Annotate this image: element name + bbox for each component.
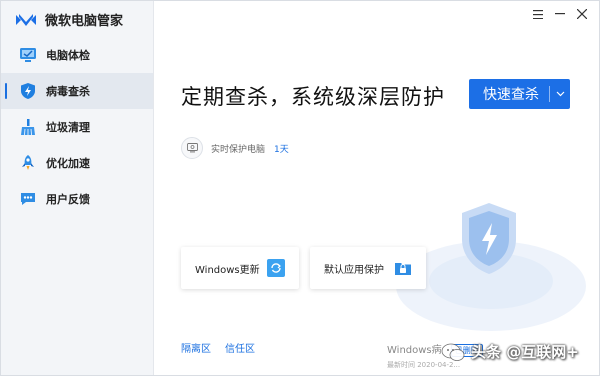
rocket-icon (22, 155, 34, 170)
app-window: 微软电脑管家 电脑体检 病毒查杀 垃圾清理 优化加速 用户反馈 定期查杀，系统级… (0, 0, 600, 376)
sidebar-item-label: 优化加速 (46, 157, 90, 170)
card-label: 默认应用保护 (324, 264, 384, 276)
sidebar-item-label: 垃圾清理 (46, 121, 90, 134)
sidebar-nav: 电脑体检 病毒查杀 垃圾清理 优化加速 用户反馈 (1, 37, 153, 217)
bottom-links: 隔离区 信任区 (181, 340, 269, 355)
last-scan-title: Windows病 (387, 345, 442, 356)
sidebar: 微软电脑管家 电脑体检 病毒查杀 垃圾清理 优化加速 用户反馈 (1, 1, 154, 375)
close-icon (577, 9, 587, 19)
sidebar-item-health-check[interactable]: 电脑体检 (1, 37, 153, 73)
scan-options-dropdown[interactable] (550, 91, 570, 97)
quick-scan-label: 快速查杀 (483, 87, 539, 103)
sidebar-item-optimize[interactable]: 优化加速 (1, 145, 153, 181)
windows-update-card[interactable]: Windows更新 (181, 247, 299, 289)
windows-update-icon (267, 259, 285, 277)
app-title: 微软电脑管家 (45, 14, 124, 29)
sidebar-item-label: 用户反馈 (46, 193, 90, 206)
menu-button[interactable] (527, 5, 549, 23)
quick-scan-button[interactable]: 快速查杀 (469, 79, 570, 109)
protection-days: 1天 (274, 144, 289, 155)
sidebar-item-virus-scan[interactable]: 病毒查杀 (1, 73, 153, 109)
chevron-down-icon (556, 91, 564, 97)
monitor-shield-icon (181, 137, 203, 159)
trust-zone-link[interactable]: 信任区 (225, 340, 255, 355)
card-label: Windows更新 (195, 264, 260, 276)
close-button[interactable] (571, 5, 593, 23)
default-app-protection-card[interactable]: 默认应用保护 (310, 247, 426, 289)
logo-icon (16, 13, 36, 26)
protection-status: 实时保护电脑 1天 (181, 137, 289, 159)
feedback-icon (21, 193, 35, 205)
watermark-text: 头条 @互联网+ (471, 343, 579, 361)
monitor-check-icon (20, 48, 36, 62)
quarantine-link[interactable]: 隔离区 (181, 340, 211, 355)
menu-icon (533, 9, 543, 19)
sidebar-item-label: 病毒查杀 (46, 85, 90, 98)
lock-folder-icon (395, 263, 411, 275)
sidebar-item-junk-clean[interactable]: 垃圾清理 (1, 109, 153, 145)
minimize-button[interactable] (549, 5, 571, 23)
shield-bolt-icon (21, 83, 35, 99)
watermark-logo-icon (441, 343, 465, 361)
window-controls (527, 5, 593, 23)
broom-icon (21, 119, 35, 136)
app-logo: 微软电脑管家 (15, 10, 123, 29)
minimize-icon (555, 13, 565, 15)
watermark: 头条 @互联网+ (441, 341, 579, 362)
sidebar-item-feedback[interactable]: 用户反馈 (1, 181, 153, 217)
sidebar-item-label: 电脑体检 (46, 49, 90, 62)
page-headline: 定期查杀，系统级深层防护 (181, 85, 445, 109)
status-text: 实时保护电脑 (211, 144, 266, 155)
